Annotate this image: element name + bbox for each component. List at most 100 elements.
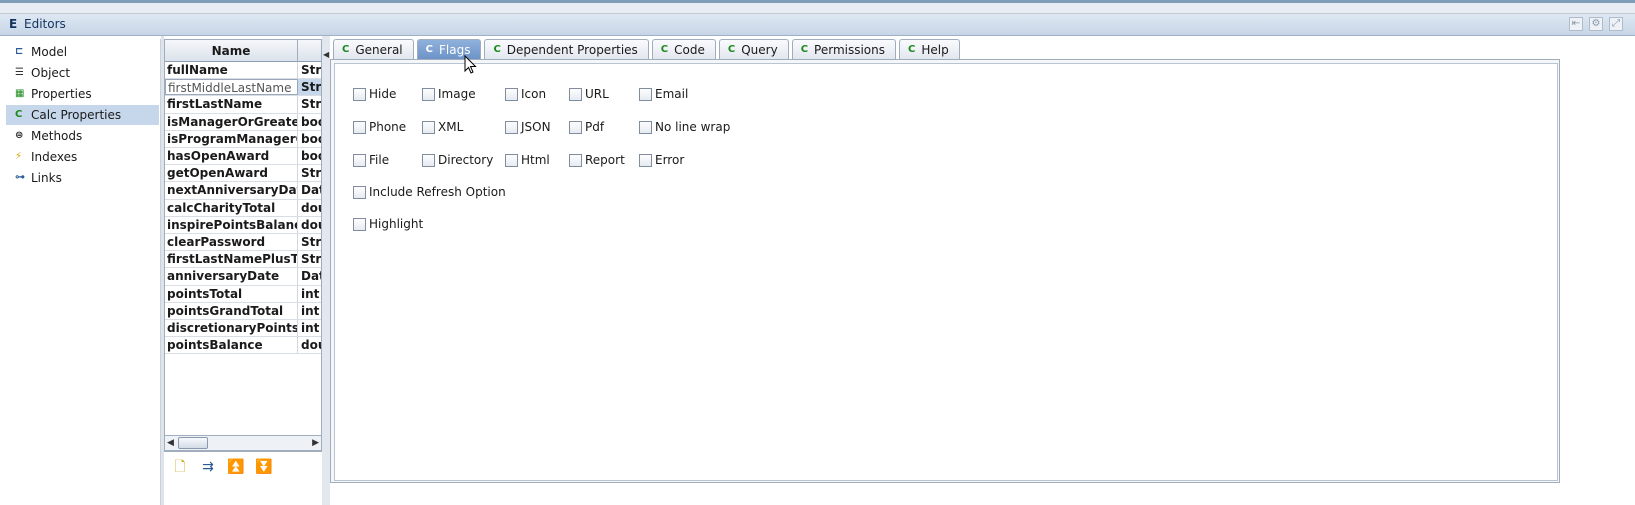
scroll-left-icon[interactable]: ◀ xyxy=(167,436,174,450)
checkbox-box[interactable] xyxy=(422,87,435,101)
tab-help[interactable]: C Help xyxy=(899,39,960,59)
tab-permissions[interactable]: C Permissions xyxy=(791,39,897,59)
checkbox-box[interactable] xyxy=(505,87,518,101)
column-header-type[interactable] xyxy=(298,40,321,62)
table-row[interactable]: pointsBalancedou xyxy=(165,337,321,355)
move-up-icon[interactable]: ⏫ xyxy=(226,457,246,477)
table-row[interactable]: firstMiddleLastNameStrii xyxy=(165,79,321,97)
cell-name: inspirePointsBalance xyxy=(167,216,298,233)
restore-icon[interactable]: ⇤ xyxy=(1569,17,1583,31)
checkbox-box[interactable] xyxy=(505,153,518,167)
checkbox-label: Phone xyxy=(369,120,407,134)
nav-item-links[interactable]: ⊶ Links xyxy=(6,168,159,188)
class-icon: C xyxy=(660,44,669,55)
cell-name-editor[interactable]: firstMiddleLastName xyxy=(165,79,298,96)
xml-checkbox[interactable]: XML xyxy=(422,120,463,134)
column-header-name[interactable]: Name xyxy=(165,40,298,62)
collapse-arrow-icon[interactable]: ◀ xyxy=(323,50,329,59)
table-row[interactable]: pointsGrandTotal int xyxy=(165,302,321,320)
new-icon[interactable]: 🗋 xyxy=(170,457,190,477)
nav-item-calc-properties[interactable]: C Calc Properties xyxy=(6,105,159,125)
move-down-icon[interactable]: ⏬ xyxy=(254,457,274,477)
checkbox-box[interactable] xyxy=(353,120,366,134)
phone-checkbox[interactable]: Phone xyxy=(353,120,406,134)
splitter[interactable]: ◀ xyxy=(322,36,330,505)
table-horizontal-scrollbar[interactable]: ◀ ▶ xyxy=(164,435,322,451)
table-row[interactable]: discretionaryPoints int xyxy=(165,320,321,338)
links-icon: ⊶ xyxy=(15,172,25,183)
checkbox-box[interactable] xyxy=(569,120,582,134)
cell-type: Strii xyxy=(301,235,322,249)
table-row[interactable]: isProgramManagerOr...boo xyxy=(165,130,321,148)
scroll-thumb[interactable] xyxy=(178,437,208,449)
checkbox-box[interactable] xyxy=(639,120,652,134)
cell-type: dou xyxy=(301,217,321,232)
nav-item-object[interactable]: ☰ Object xyxy=(6,63,159,83)
cell-type: Strii xyxy=(301,166,322,181)
table-row[interactable]: pointsTotal int xyxy=(165,285,321,303)
table-row[interactable]: nextAnniversaryDateDate xyxy=(165,182,321,200)
checkbox-box[interactable] xyxy=(422,120,435,134)
checkbox-label: JSON xyxy=(521,120,551,134)
tab-code[interactable]: C Code xyxy=(651,39,716,59)
scroll-right-icon[interactable]: ▶ xyxy=(312,436,319,450)
checkbox-box[interactable] xyxy=(639,87,652,101)
cell-name: isProgramManagerOr... xyxy=(165,130,298,147)
include-refresh-option-checkbox[interactable]: Include Refresh Option xyxy=(353,185,506,199)
table-row[interactable]: fullNameStrii xyxy=(165,62,321,80)
nav-item-methods[interactable]: ⊜ Methods xyxy=(6,126,159,146)
window-controls: ⇤ ⚙ ⤢ xyxy=(1569,17,1623,31)
checkbox-box[interactable] xyxy=(639,153,652,167)
table-row[interactable]: firstLastNamePlusTo...Strii xyxy=(165,251,321,269)
html-checkbox[interactable]: Html xyxy=(505,153,550,167)
email-checkbox[interactable]: Email xyxy=(639,87,688,101)
insert-icon[interactable]: ⇉ xyxy=(198,457,218,477)
cell-type: Strii xyxy=(298,79,321,96)
table-row[interactable]: firstLastNameStrii xyxy=(165,96,321,114)
no-line-wrap-checkbox[interactable]: No line wrap xyxy=(639,120,730,134)
tab-query[interactable]: C Query xyxy=(718,39,789,59)
cell-name: isManagerOrGreater xyxy=(167,113,298,130)
methods-icon: ⊜ xyxy=(15,130,24,141)
checkbox-box[interactable] xyxy=(505,120,518,134)
file-checkbox[interactable]: File xyxy=(353,153,389,167)
table-row[interactable]: inspirePointsBalancedou xyxy=(165,216,321,234)
highlight-checkbox[interactable]: Highlight xyxy=(353,217,423,231)
checkbox-box[interactable] xyxy=(353,185,366,199)
checkbox-box[interactable] xyxy=(569,153,582,167)
checkbox-box[interactable] xyxy=(353,87,366,101)
table-row[interactable]: anniversaryDateDate xyxy=(165,268,321,286)
directory-checkbox[interactable]: Directory xyxy=(422,153,493,167)
maximize-icon[interactable]: ⤢ xyxy=(1609,17,1623,31)
pdf-checkbox[interactable]: Pdf xyxy=(569,120,604,134)
nav-item-model[interactable]: ⊏ Model xyxy=(6,42,159,62)
table-row[interactable]: hasOpenAwardboo xyxy=(165,148,321,166)
checkbox-box[interactable] xyxy=(353,217,366,231)
cell-name: fullName xyxy=(165,62,298,79)
nav-item-indexes[interactable]: ⚡ Indexes xyxy=(6,147,159,167)
table-row[interactable]: isManagerOrGreaterboo xyxy=(165,113,321,131)
table-row[interactable]: clearPasswordStrii xyxy=(165,234,322,252)
cell-type: Date xyxy=(301,183,321,198)
object-icon: ☰ xyxy=(15,67,24,78)
hide-checkbox[interactable]: Hide xyxy=(353,87,396,101)
error-checkbox[interactable]: Error xyxy=(639,153,684,167)
nav-item-properties[interactable]: ▦ Properties xyxy=(6,84,159,104)
class-icon: C xyxy=(908,44,916,55)
checkbox-box[interactable] xyxy=(569,87,582,101)
table-row[interactable]: getOpenAwardStrii xyxy=(165,165,322,183)
cell-name: firstLastName xyxy=(165,96,298,113)
settings-icon[interactable]: ⚙ xyxy=(1589,17,1603,31)
checkbox-label: Include Refresh Option xyxy=(369,185,506,199)
checkbox-box[interactable] xyxy=(422,153,435,167)
url-checkbox[interactable]: URL xyxy=(569,87,609,101)
table-row[interactable]: calcCharityTotaldou xyxy=(165,199,321,217)
tab-general[interactable]: C General xyxy=(333,39,414,59)
icon-checkbox[interactable]: Icon xyxy=(505,87,546,101)
tab-dependent-properties[interactable]: C Dependent Properties xyxy=(484,39,649,59)
checkbox-label: Report xyxy=(585,153,625,167)
image-checkbox[interactable]: Image xyxy=(422,87,476,101)
report-checkbox[interactable]: Report xyxy=(569,153,625,167)
checkbox-box[interactable] xyxy=(353,153,366,167)
json-checkbox[interactable]: JSON xyxy=(505,120,551,134)
